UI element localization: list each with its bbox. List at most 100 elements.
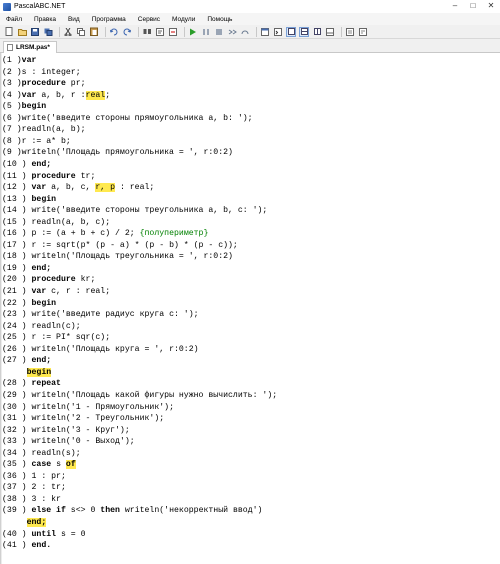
menu-program[interactable]: Программа (86, 16, 132, 23)
paste-icon[interactable] (89, 27, 99, 37)
code-line[interactable]: (11 ) procedure tr; (2, 171, 95, 182)
close-button[interactable]: ✕ (486, 1, 496, 11)
code-line[interactable]: (21 ) var c, r : real; (2, 286, 110, 297)
about-icon[interactable] (358, 27, 368, 37)
code-token: var (26, 287, 47, 296)
code-token: pr; (65, 79, 86, 89)
code-line[interactable]: (32 ) writeln('3 - Круг'); (2, 425, 130, 436)
code-line[interactable]: (18 ) writeln('Площадь треугольника = ',… (2, 251, 233, 262)
code-line[interactable]: (23 ) write('введите радиус круга c: '); (2, 309, 199, 320)
code-line[interactable]: (20 ) procedure kr; (2, 274, 95, 285)
code-line[interactable]: (34 ) readln(s); (2, 448, 81, 459)
save-all-icon[interactable] (43, 27, 53, 37)
code-line[interactable]: (25 ) r := PI* sqr(c); (2, 332, 110, 343)
code-line[interactable]: (22 ) begin (2, 298, 56, 309)
code-line[interactable]: (33 ) writeln('0 - Выход'); (2, 436, 135, 447)
code-line[interactable]: (41 ) end. (2, 540, 51, 551)
code-line[interactable]: (7 )readln(a, b); (2, 124, 86, 135)
line-number: (37 ) (2, 483, 27, 493)
line-number: (14 ) (2, 206, 27, 216)
line-number: (32 ) (2, 425, 27, 435)
code-line[interactable]: (29 ) writeln('Площадь какой фигуры нужн… (2, 390, 277, 401)
step-icon[interactable] (227, 27, 237, 37)
code-editor[interactable]: (1 )var (2 )s : integer; (3 )procedure pr;… (0, 53, 500, 564)
code-line[interactable]: (26 ) writeln('Площадь круга = ', r:0:2) (2, 344, 199, 355)
code-line[interactable]: (6 )write('введите стороны прямоугольник… (2, 113, 253, 124)
line-number: (10 ) (2, 159, 27, 169)
code-line[interactable]: (13 ) begin (2, 194, 56, 205)
find-icon[interactable] (142, 27, 152, 37)
code-line[interactable]: (30 ) writeln('1 - Прямоугольник'); (2, 402, 174, 413)
code-line[interactable]: (10 ) end; (2, 159, 51, 170)
undo-icon[interactable] (109, 27, 119, 37)
line-number: (17 ) (2, 240, 27, 250)
code-line[interactable]: (35 ) case s of (2, 459, 76, 470)
help-icon[interactable] (345, 27, 355, 37)
code-line[interactable]: (36 ) 1 : pr; (2, 471, 66, 482)
menu-modules[interactable]: Модули (166, 16, 201, 23)
view1-icon[interactable] (286, 26, 296, 37)
code-token: write('введите стороны треугольника a, b… (26, 206, 268, 216)
code-line[interactable]: (9 )writeln('Площадь прямоугольника = ',… (2, 147, 233, 158)
code-line[interactable]: (2 )s : integer; (2, 67, 81, 78)
step-over-icon[interactable] (240, 27, 250, 37)
code-token: writeln('1 - Прямоугольник'); (26, 402, 174, 412)
code-line[interactable]: (27 ) end; (2, 355, 51, 366)
minimize-button[interactable]: – (450, 1, 460, 11)
code-token: writeln('Площадь какой фигуры нужно вычи… (26, 390, 278, 400)
run-icon[interactable] (188, 27, 198, 37)
view2-icon[interactable] (299, 26, 309, 37)
new-file-icon[interactable] (4, 27, 14, 37)
menu-edit[interactable]: Правка (28, 16, 62, 23)
view3-icon[interactable] (312, 27, 322, 37)
cmd-icon[interactable] (273, 27, 283, 37)
save-icon[interactable] (30, 27, 40, 37)
file-icon (7, 44, 13, 51)
menu-service[interactable]: Сервис (132, 16, 166, 23)
code-token: else if (26, 506, 66, 516)
code-line[interactable]: (1 )var (2, 55, 36, 66)
line-number: (6 ) (2, 113, 22, 123)
code-line[interactable]: (17 ) r := sqrt(p* (p - a) * (p - b) * (… (2, 240, 238, 251)
replace-icon[interactable] (155, 27, 165, 37)
code-line[interactable]: (16 ) p := (a + b + c) / 2; {полуперимет… (2, 228, 208, 239)
code-line[interactable]: (14 ) write('введите стороны треугольник… (2, 205, 267, 216)
code-line[interactable]: (19 ) end; (2, 263, 51, 274)
goto-icon[interactable] (168, 27, 178, 37)
code-line[interactable]: (12 ) var a, b, c, r, p : real; (2, 182, 154, 193)
line-number: (21 ) (2, 287, 27, 296)
code-line[interactable]: (31 ) writeln('2 - Треугольник'); (2, 413, 164, 424)
output-icon[interactable] (325, 27, 335, 37)
code-token: end; (26, 263, 52, 273)
menu-view[interactable]: Вид (62, 16, 86, 23)
code-line[interactable]: (38 ) 3 : kr (2, 494, 61, 505)
form-icon[interactable] (260, 27, 270, 37)
code-line[interactable]: (40 ) until s = 0 (2, 529, 86, 540)
code-line[interactable]: (37 ) 2 : tr; (2, 482, 66, 493)
tab-lrsm[interactable]: LRSM.pas* (3, 41, 57, 53)
code-token: readln(a, b, c); (26, 217, 111, 227)
redo-icon[interactable] (122, 27, 132, 37)
code-line[interactable]: end; (2, 517, 47, 528)
open-icon[interactable] (17, 27, 27, 37)
code-line[interactable]: (28 ) repeat (2, 378, 61, 389)
code-token: ; (105, 90, 111, 100)
menu-file[interactable]: Файл (0, 16, 28, 23)
line-number: (18 ) (2, 252, 27, 262)
pause-icon[interactable] (201, 27, 211, 37)
code-line[interactable]: (3 )procedure pr; (2, 78, 86, 89)
copy-icon[interactable] (76, 27, 86, 37)
code-line[interactable]: (5 )begin (2, 101, 46, 112)
code-line[interactable]: begin (2, 367, 52, 378)
code-line[interactable]: (4 )var a, b, r :real; (2, 90, 110, 101)
maximize-button[interactable]: □ (468, 1, 478, 11)
stop-icon[interactable] (214, 27, 224, 37)
code-line[interactable]: (39 ) else if s<> 0 then writeln('некорр… (2, 505, 262, 516)
cut-icon[interactable] (63, 27, 73, 37)
code-line[interactable]: (24 ) readln(c); (2, 321, 81, 332)
menu-help[interactable]: Помощь (201, 16, 238, 23)
code-line[interactable]: (8 )r := a* b; (2, 136, 71, 147)
code-line[interactable]: (15 ) readln(a, b, c); (2, 217, 110, 228)
code-token: writeln('3 - Круг'); (26, 425, 130, 435)
